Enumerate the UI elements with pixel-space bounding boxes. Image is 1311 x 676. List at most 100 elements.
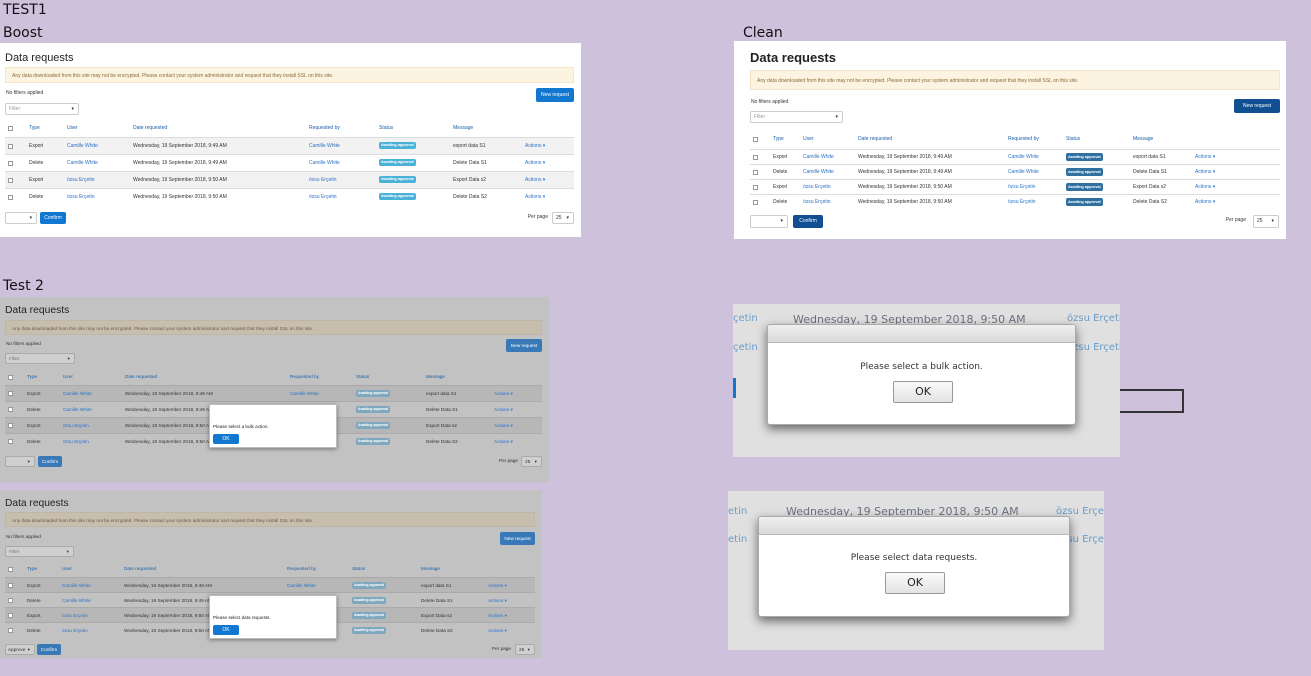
cell-user-link[interactable]: özsu Erçetin xyxy=(67,189,95,206)
column-header-requested-by[interactable]: Requested by xyxy=(287,566,316,571)
ok-button[interactable]: OK xyxy=(893,381,953,403)
actions-menu[interactable]: Actions ▾ xyxy=(1195,165,1215,180)
column-header-status[interactable]: Status xyxy=(352,566,365,571)
row-checkbox[interactable] xyxy=(8,628,13,633)
cell-requested-by-link[interactable]: Camille White xyxy=(287,578,316,593)
confirm-button[interactable]: Confirm xyxy=(793,215,823,228)
row-checkbox[interactable] xyxy=(8,391,13,396)
cell-user-link[interactable]: özsu Erçetin xyxy=(62,608,88,623)
row-checkbox[interactable] xyxy=(753,185,758,190)
column-header-status[interactable]: Status xyxy=(379,125,393,131)
row-checkbox[interactable] xyxy=(753,200,758,205)
cell-requested-by-link[interactable]: Camille White xyxy=(309,138,340,155)
bulk-action-select[interactable]: ▾ xyxy=(5,456,35,467)
row-checkbox[interactable] xyxy=(753,170,758,175)
actions-menu[interactable]: Actions ▾ xyxy=(525,155,545,172)
per-page-select[interactable]: 25 ▾ xyxy=(552,212,574,224)
actions-menu[interactable]: Actions ▾ xyxy=(1195,195,1215,210)
select-all-checkbox[interactable] xyxy=(8,126,13,131)
cell-user-link[interactable]: Camille White xyxy=(63,386,92,402)
actions-menu[interactable]: Actions ▾ xyxy=(494,386,513,402)
bulk-action-select[interactable]: ▾ xyxy=(5,212,37,224)
ok-button[interactable]: OK xyxy=(885,572,945,594)
confirm-button[interactable]: Confirm xyxy=(40,212,66,224)
filter-select[interactable]: Filter ▾ xyxy=(5,353,75,364)
column-header-status[interactable]: Status xyxy=(356,374,369,379)
column-header-message[interactable]: Message xyxy=(426,374,445,379)
column-header-type[interactable]: Type xyxy=(27,566,37,571)
confirm-button[interactable]: Confirm xyxy=(38,456,62,467)
cell-requested-by-link[interactable]: Camille White xyxy=(1008,150,1039,165)
actions-menu[interactable]: Actions ▾ xyxy=(1195,180,1215,195)
row-checkbox[interactable] xyxy=(8,195,13,200)
cell-user-link[interactable]: özsu Erçetin xyxy=(63,418,89,434)
cell-user-link[interactable]: özsu Erçetin xyxy=(62,623,88,638)
column-header-date-requested[interactable]: Date requested xyxy=(124,566,156,571)
new-request-button[interactable]: New request xyxy=(536,88,574,102)
actions-menu[interactable]: Actions ▾ xyxy=(488,578,507,593)
actions-menu[interactable]: Actions ▾ xyxy=(488,623,507,638)
actions-menu[interactable]: Actions ▾ xyxy=(488,593,507,608)
filter-select[interactable]: Filter ▾ xyxy=(750,111,843,123)
column-header-user[interactable]: User xyxy=(803,136,814,142)
column-header-message[interactable]: Message xyxy=(1133,136,1153,142)
cell-requested-by-link[interactable]: özsu Erçetin xyxy=(1008,180,1036,195)
new-request-button[interactable]: New request xyxy=(500,532,535,545)
column-header-date-requested[interactable]: Date requested xyxy=(858,136,892,142)
cell-user-link[interactable]: Camille White xyxy=(67,155,98,172)
cell-user-link[interactable]: Camille White xyxy=(803,150,834,165)
cell-user-link[interactable]: Camille White xyxy=(63,402,92,418)
cell-user-link[interactable]: Camille White xyxy=(62,578,91,593)
cell-requested-by-link[interactable]: özsu Erçetin xyxy=(309,172,337,189)
actions-menu[interactable]: Actions ▾ xyxy=(525,189,545,206)
actions-menu[interactable]: Actions ▾ xyxy=(525,172,545,189)
confirm-button[interactable]: Confirm xyxy=(37,644,61,655)
row-checkbox[interactable] xyxy=(8,407,13,412)
actions-menu[interactable]: Actions ▾ xyxy=(488,608,507,623)
row-checkbox[interactable] xyxy=(8,613,13,618)
new-request-button[interactable]: New request xyxy=(506,339,542,352)
cell-requested-by-link[interactable]: özsu Erçetin xyxy=(1008,195,1036,210)
column-header-date-requested[interactable]: Date requested xyxy=(133,125,167,131)
actions-menu[interactable]: Actions ▾ xyxy=(525,138,545,155)
filter-select[interactable]: Filter ▾ xyxy=(5,546,74,557)
row-checkbox[interactable] xyxy=(8,598,13,603)
column-header-requested-by[interactable]: Requested by xyxy=(1008,136,1039,142)
column-header-date-requested[interactable]: Date requested xyxy=(125,374,157,379)
row-checkbox[interactable] xyxy=(8,144,13,149)
row-checkbox[interactable] xyxy=(8,583,13,588)
cell-requested-by-link[interactable]: özsu Erçetin xyxy=(309,189,337,206)
cell-requested-by-link[interactable]: Camille White xyxy=(290,386,319,402)
row-checkbox[interactable] xyxy=(8,439,13,444)
row-checkbox[interactable] xyxy=(8,423,13,428)
filter-select[interactable]: Filter ▾ xyxy=(5,103,79,115)
per-page-select[interactable]: 25 ▾ xyxy=(515,644,535,655)
column-header-requested-by[interactable]: Requested by xyxy=(309,125,340,131)
new-request-button[interactable]: New request xyxy=(1234,99,1280,113)
column-header-type[interactable]: Type xyxy=(773,136,784,142)
bulk-action-select[interactable]: Approve ▾ xyxy=(5,644,35,655)
column-header-type[interactable]: Type xyxy=(27,374,37,379)
cell-user-link[interactable]: Camille White xyxy=(803,165,834,180)
cell-requested-by-link[interactable]: Camille White xyxy=(309,155,340,172)
per-page-select[interactable]: 25 ▾ xyxy=(1253,215,1279,228)
cell-requested-by-link[interactable]: Camille White xyxy=(1008,165,1039,180)
actions-menu[interactable]: Actions ▾ xyxy=(494,418,513,434)
bulk-action-select[interactable]: ▾ xyxy=(750,215,788,228)
column-header-status[interactable]: Status xyxy=(1066,136,1080,142)
cell-user-link[interactable]: özsu Erçetin xyxy=(803,180,831,195)
actions-menu[interactable]: Actions ▾ xyxy=(494,402,513,418)
select-all-checkbox[interactable] xyxy=(753,137,758,142)
ok-button[interactable]: OK xyxy=(213,625,239,635)
column-header-user[interactable]: User xyxy=(67,125,78,131)
cell-user-link[interactable]: özsu Erçetin xyxy=(803,195,831,210)
column-header-message[interactable]: Message xyxy=(421,566,440,571)
actions-menu[interactable]: Actions ▾ xyxy=(1195,150,1215,165)
select-all-checkbox[interactable] xyxy=(8,567,13,572)
cell-user-link[interactable]: Camille White xyxy=(67,138,98,155)
column-header-requested-by[interactable]: Requested by xyxy=(290,374,319,379)
cell-user-link[interactable]: özsu Erçetin xyxy=(67,172,95,189)
column-header-user[interactable]: User xyxy=(63,374,73,379)
ok-button[interactable]: OK xyxy=(213,434,239,444)
column-header-message[interactable]: Message xyxy=(453,125,473,131)
